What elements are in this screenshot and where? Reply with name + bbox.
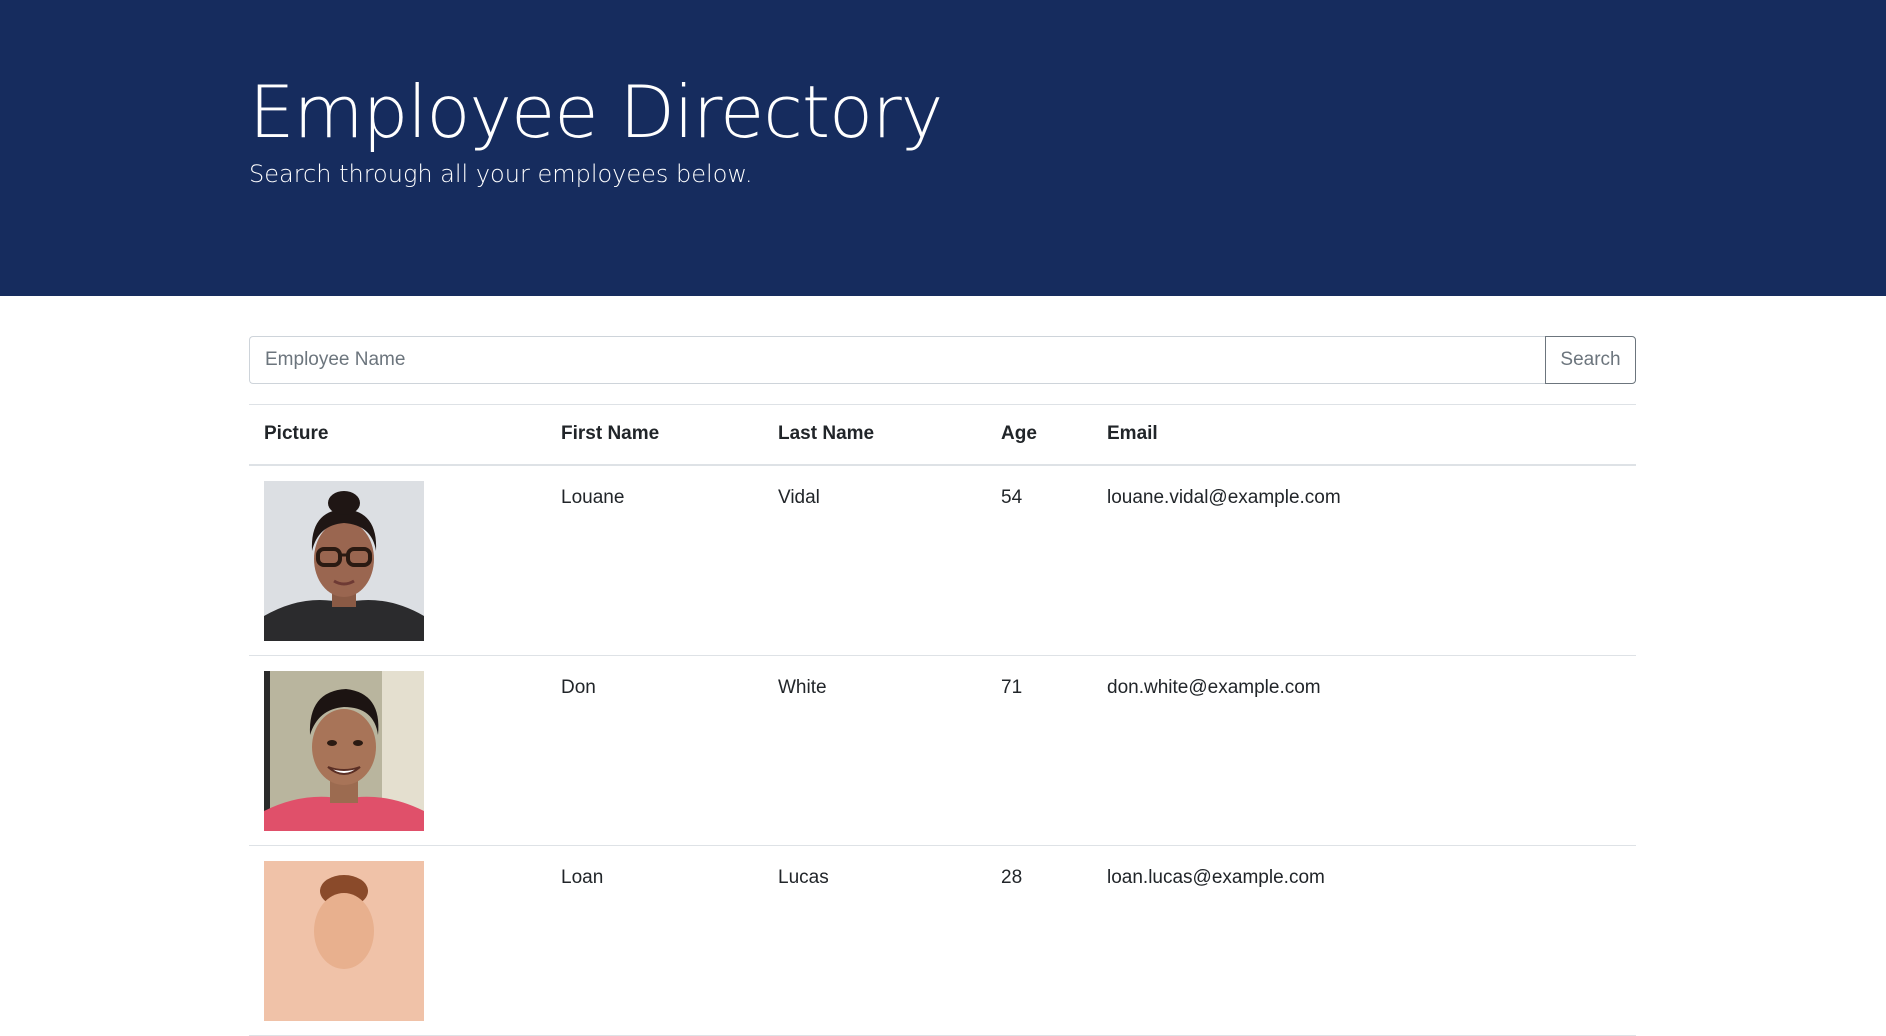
first-name-cell: Louane [546, 464, 763, 656]
table-row: Loan Lucas 28 loan.lucas@example.com [249, 845, 1636, 1036]
column-header-email[interactable]: Email [1092, 404, 1636, 466]
column-header-first-name[interactable]: First Name [546, 404, 763, 466]
employee-photo-icon [264, 480, 424, 641]
column-header-age[interactable]: Age [986, 404, 1092, 466]
picture-cell [249, 845, 546, 1036]
avatar [264, 480, 424, 641]
column-header-picture[interactable]: Picture [249, 404, 546, 466]
email-cell: don.white@example.com [1092, 655, 1636, 846]
search-bar: Search [249, 336, 1636, 384]
age-cell: 71 [986, 655, 1092, 846]
picture-cell [249, 655, 546, 846]
column-header-last-name[interactable]: Last Name [763, 404, 986, 466]
email-cell: loan.lucas@example.com [1092, 845, 1636, 1036]
page-title: Employee Directory [249, 70, 943, 154]
last-name-cell: Vidal [763, 464, 986, 656]
search-button[interactable]: Search [1545, 336, 1636, 384]
table-body: Louane Vidal 54 louane.vidal@example.com [249, 464, 1636, 1036]
employee-photo-icon [264, 670, 424, 831]
first-name-cell: Don [546, 655, 763, 846]
email-cell: louane.vidal@example.com [1092, 464, 1636, 656]
age-cell: 54 [986, 464, 1092, 656]
table-row: Louane Vidal 54 louane.vidal@example.com [249, 464, 1636, 656]
age-cell: 28 [986, 845, 1092, 1036]
first-name-cell: Loan [546, 845, 763, 1036]
header-banner: Employee Directory Search through all yo… [0, 0, 1886, 296]
main-container: Search Picture First Name Last Name Age … [249, 336, 1636, 1036]
table-header-row: Picture First Name Last Name Age Email [249, 404, 1636, 466]
employee-photo-icon [264, 860, 424, 1021]
table-row: Don White 71 don.white@example.com [249, 655, 1636, 846]
employee-table: Picture First Name Last Name Age Email L… [249, 404, 1636, 1036]
search-input[interactable] [249, 336, 1545, 384]
avatar [264, 670, 424, 831]
picture-cell [249, 464, 546, 656]
last-name-cell: Lucas [763, 845, 986, 1036]
header-content: Employee Directory Search through all yo… [249, 68, 943, 190]
page-subtitle: Search through all your employees below. [249, 160, 753, 188]
table-header: Picture First Name Last Name Age Email [249, 404, 1636, 466]
last-name-cell: White [763, 655, 986, 846]
avatar [264, 860, 424, 1021]
